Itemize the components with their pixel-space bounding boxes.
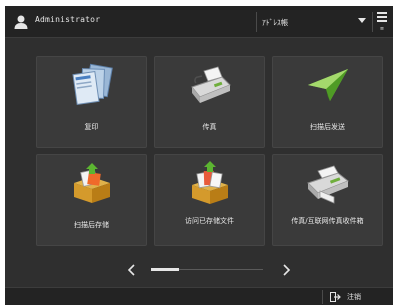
divider: [256, 12, 257, 32]
bottom-bar: 注销: [5, 287, 393, 305]
tile-label: 传真: [202, 123, 217, 131]
menu-line: [377, 12, 387, 14]
tile-copy[interactable]: 复印: [36, 56, 147, 148]
user-name: Administrator: [35, 15, 101, 24]
tile-scan-store[interactable]: 扫描后存储: [36, 154, 147, 246]
chevron-right-icon[interactable]: [281, 264, 291, 276]
stored-files-icon: [192, 161, 228, 204]
scan-store-icon: [74, 163, 110, 203]
scan-send-icon: [308, 69, 348, 101]
tile-label: 访问已存储文件: [185, 217, 234, 225]
tile-fax[interactable]: 传真: [154, 56, 265, 148]
menu-sub-label: ≡: [379, 26, 385, 32]
logout-icon: [330, 292, 341, 302]
device-screen: Administrator ｱﾄﾞﾚｽ帳 ≡ 复印 传真 扫描后发送 扫描后存储…: [5, 6, 393, 305]
logout-label: 注销: [347, 293, 361, 301]
tile-fax-inbox[interactable]: 传真/互联网传真收件箱: [272, 154, 383, 246]
menu-line: [377, 16, 387, 18]
tile-label: 传真/互联网传真收件箱: [291, 217, 364, 225]
fax-icon: [191, 66, 231, 103]
address-book-dropdown[interactable]: ｱﾄﾞﾚｽ帳: [258, 11, 370, 33]
user-icon[interactable]: [13, 14, 29, 30]
dropdown-value: ｱﾄﾞﾚｽ帳: [262, 18, 289, 27]
logout-button[interactable]: 注销: [330, 291, 380, 303]
menu-icon[interactable]: ≡: [375, 12, 389, 32]
page-thumb: [151, 268, 179, 271]
page-indicator: [5, 264, 393, 276]
tile-label: 扫描后存储: [74, 221, 109, 229]
tile-label: 扫描后发送: [310, 123, 345, 131]
divider: [372, 12, 373, 32]
chevron-down-icon: [358, 18, 366, 23]
function-grid: 复印 传真 扫描后发送 扫描后存储 访问已存储文件 传真/互联网传真收件箱: [36, 56, 384, 256]
tile-scan-send[interactable]: 扫描后发送: [272, 56, 383, 148]
chevron-left-icon[interactable]: [127, 264, 137, 276]
tile-stored-files[interactable]: 访问已存储文件: [154, 154, 265, 246]
top-bar: Administrator ｱﾄﾞﾚｽ帳 ≡: [5, 6, 393, 38]
fax-inbox-icon: [307, 165, 349, 204]
menu-line: [377, 20, 387, 22]
divider: [322, 290, 323, 304]
copy-icon: [72, 63, 113, 105]
tile-label: 复印: [84, 123, 99, 131]
